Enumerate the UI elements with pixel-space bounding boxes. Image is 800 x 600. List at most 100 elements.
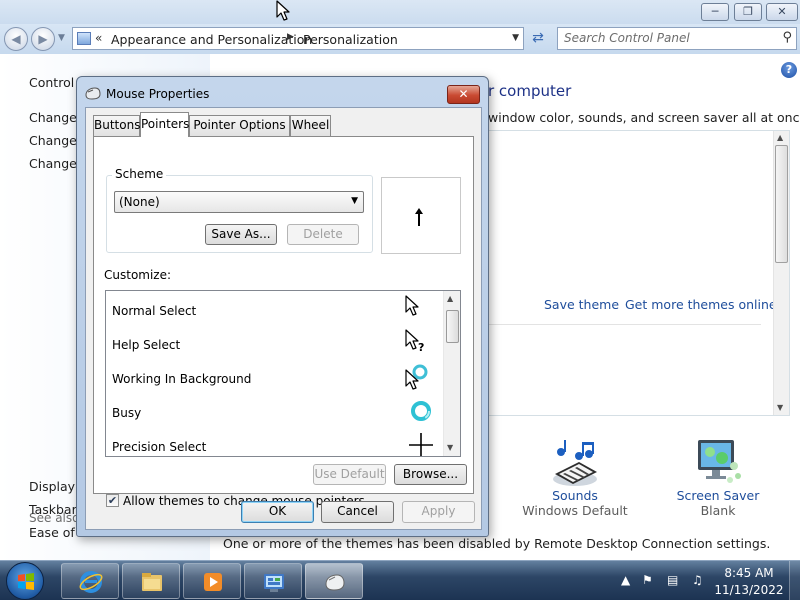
- tab-buttons[interactable]: Buttons: [93, 115, 140, 136]
- cursor-name: Precision Select: [112, 440, 207, 454]
- taskbar-media-player[interactable]: [183, 563, 241, 599]
- tab-pointer-options[interactable]: Pointer Options: [189, 115, 290, 136]
- control-panel-icon: [264, 574, 284, 592]
- busy-ring-icon: [411, 401, 431, 421]
- list-item[interactable]: Normal Select: [106, 293, 445, 327]
- minimize-button[interactable]: ─: [701, 3, 729, 21]
- list-item[interactable]: Busy: [106, 395, 445, 429]
- breadcrumb-overflow-icon[interactable]: «: [95, 31, 102, 45]
- navigation-bar: ◀ ▶ ▼ « Appearance and Personalization ▶…: [0, 24, 800, 54]
- restore-button[interactable]: ❐: [734, 3, 762, 21]
- sounds-label[interactable]: Sounds: [520, 488, 630, 503]
- scroll-up-icon[interactable]: ▲: [777, 133, 783, 142]
- dialog-close-button[interactable]: ✕: [447, 85, 480, 104]
- allow-themes-checkbox[interactable]: ✔: [106, 494, 119, 507]
- breadcrumb-separator-icon[interactable]: ▶: [287, 32, 294, 42]
- help-icon[interactable]: ?: [781, 62, 797, 78]
- cursor-list-scrollbar[interactable]: ▲ ▼: [443, 291, 460, 456]
- change-link-2[interactable]: Change: [29, 133, 77, 148]
- address-dropdown-icon[interactable]: ▼: [512, 33, 519, 43]
- crosshair-icon: [409, 433, 433, 456]
- internet-explorer-icon: [79, 571, 103, 593]
- scrollbar-thumb[interactable]: [775, 145, 788, 263]
- start-button[interactable]: [6, 562, 44, 600]
- scrollbar-thumb[interactable]: [446, 310, 459, 343]
- tab-wheel[interactable]: Wheel: [290, 115, 331, 136]
- window-title-bar[interactable]: ─ ❐ ✕: [0, 0, 800, 24]
- get-more-themes-link[interactable]: Get more themes online: [625, 297, 777, 312]
- volume-icon[interactable]: ♫: [692, 573, 703, 587]
- control-panel-icon: [77, 32, 91, 45]
- scheme-label: Scheme: [112, 167, 167, 181]
- svg-text:?: ?: [418, 341, 424, 354]
- cursor-name: Normal Select: [112, 304, 197, 318]
- themes-list[interactable]: Save theme Get more themes online ▲ ▼: [488, 130, 790, 416]
- scheme-dropdown[interactable]: (None) ▼: [114, 191, 364, 213]
- arrow-pointer-icon: [405, 295, 419, 316]
- themes-scrollbar[interactable]: ▲ ▼: [773, 131, 789, 415]
- scheme-selected-value: (None): [119, 195, 160, 209]
- search-icon[interactable]: ⚲: [782, 30, 792, 45]
- taskbar-windows-explorer[interactable]: [122, 563, 180, 599]
- use-default-button[interactable]: Use Default: [313, 464, 386, 485]
- working-pointer-icon: [405, 364, 428, 390]
- arrow-pointer-preview-icon: [415, 208, 423, 226]
- clock-date[interactable]: 11/13/2022: [712, 583, 786, 597]
- taskbar-internet-explorer[interactable]: [61, 563, 119, 599]
- window-close-button[interactable]: ✕: [766, 3, 798, 21]
- forward-button[interactable]: ▶: [31, 27, 55, 51]
- scheme-group: Scheme (None) ▼ Save As... Delete: [106, 167, 373, 253]
- pointer-preview: [381, 177, 461, 254]
- list-item[interactable]: Precision Select: [106, 429, 445, 456]
- display-link[interactable]: Display: [29, 479, 75, 494]
- cursor-list[interactable]: Normal Select Help Select ? Working In B…: [105, 290, 461, 457]
- sounds-icon: [553, 440, 597, 486]
- ok-button[interactable]: OK: [241, 501, 314, 523]
- mouse-cursor-icon: [276, 0, 290, 21]
- apply-button[interactable]: Apply: [402, 501, 475, 523]
- help-pointer-icon: ?: [405, 329, 424, 354]
- back-button[interactable]: ◀: [4, 27, 28, 51]
- remote-desktop-notice: One or more of the themes has been disab…: [223, 536, 771, 551]
- cursor-name: Working In Background: [112, 372, 252, 386]
- tab-pointers[interactable]: Pointers: [140, 112, 189, 137]
- screen-saver-setting[interactable]: Screen Saver Blank: [668, 436, 768, 518]
- list-item[interactable]: Help Select ?: [106, 327, 445, 361]
- browse-button[interactable]: Browse...: [394, 464, 467, 485]
- mouse-icon: [325, 574, 345, 591]
- list-item[interactable]: Working In Background: [106, 361, 445, 395]
- show-hidden-icons-button[interactable]: ▲: [621, 573, 630, 587]
- show-desktop-button[interactable]: [789, 561, 800, 600]
- scroll-down-icon[interactable]: ▼: [777, 403, 783, 412]
- cursor-name: Busy: [112, 406, 142, 420]
- network-icon[interactable]: ▤: [667, 573, 678, 587]
- refresh-button[interactable]: ⇄: [527, 28, 549, 50]
- save-as-button[interactable]: Save As...: [205, 224, 277, 245]
- taskbar-control-panel[interactable]: [244, 563, 302, 599]
- dialog-body: Buttons Pointers Pointer Options Wheel S…: [85, 107, 482, 530]
- cancel-button[interactable]: Cancel: [321, 501, 394, 523]
- screen-saver-label[interactable]: Screen Saver: [668, 488, 768, 503]
- customize-label: Customize:: [104, 268, 172, 282]
- save-theme-link[interactable]: Save theme: [544, 297, 619, 312]
- sounds-value: Windows Default: [522, 503, 628, 518]
- breadcrumb-personalization[interactable]: Personalization: [303, 32, 398, 47]
- recent-pages-dropdown-icon[interactable]: ▼: [58, 33, 65, 43]
- dialog-title: Mouse Properties: [106, 87, 210, 101]
- scroll-up-icon[interactable]: ▲: [447, 294, 453, 303]
- delete-button[interactable]: Delete: [287, 224, 359, 245]
- action-center-flag-icon[interactable]: ⚑: [642, 573, 653, 587]
- search-input[interactable]: [564, 31, 764, 45]
- breadcrumb-appearance[interactable]: Appearance and Personalization: [111, 32, 312, 47]
- scroll-down-icon[interactable]: ▼: [447, 443, 453, 452]
- taskbar-mouse-properties[interactable]: [305, 563, 363, 599]
- change-link-1[interactable]: Change: [29, 110, 77, 125]
- chevron-down-icon: ▼: [351, 196, 358, 206]
- search-box[interactable]: ⚲: [557, 27, 797, 50]
- sounds-setting[interactable]: Sounds Windows Default: [520, 436, 630, 518]
- windows-explorer-icon: [142, 573, 162, 591]
- windows-logo-icon: [18, 573, 34, 590]
- clock-time[interactable]: 8:45 AM: [720, 566, 778, 580]
- divider: [489, 324, 761, 325]
- address-bar[interactable]: « Appearance and Personalization ▶ Perso…: [72, 27, 524, 50]
